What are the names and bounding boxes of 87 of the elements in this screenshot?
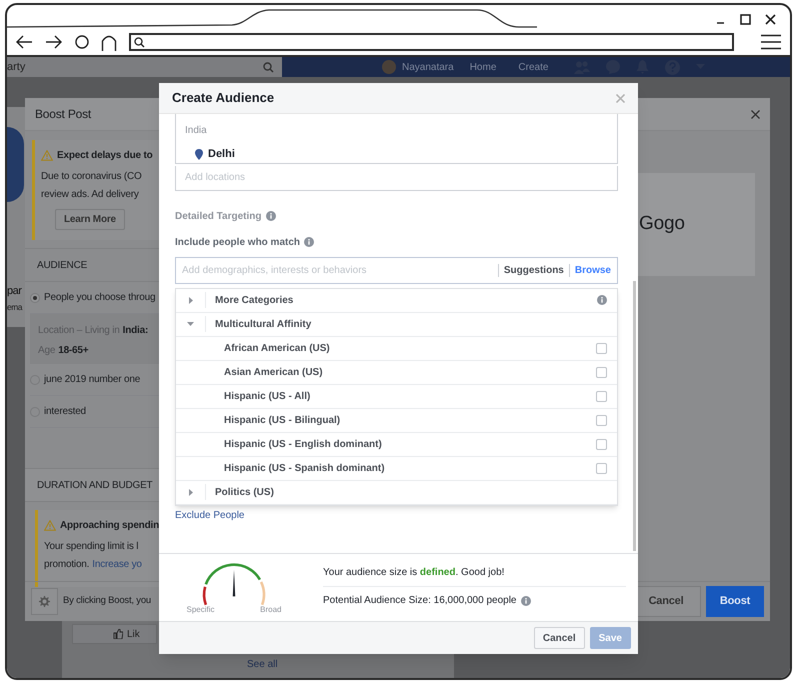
increase-limit-link[interactable]: Increase yo [92, 557, 142, 572]
category-option-label: Hispanic (US - English dominant) [224, 438, 382, 452]
category-row[interactable]: Politics (US) [176, 480, 617, 504]
terms-text: By clicking Boost, you [63, 594, 152, 608]
location-pin-icon [195, 148, 203, 160]
settings-button[interactable] [31, 588, 58, 615]
checkbox[interactable] [596, 342, 607, 354]
browse-link[interactable]: Browse [574, 262, 611, 278]
audience-status-text: Your audience size is defined. Good job! [323, 565, 626, 587]
exclude-people-link[interactable]: Exclude People [175, 508, 244, 522]
page-subtitle-text: erna [7, 301, 22, 314]
see-all-link[interactable]: See all [247, 657, 278, 672]
category-option-label: Hispanic (US - All) [224, 390, 310, 404]
dialog-title: Create Audience [172, 89, 274, 108]
section-heading: DURATION AND BUDGET [37, 478, 152, 492]
search-icon [263, 62, 274, 72]
checkbox[interactable] [596, 438, 607, 450]
category-label: Politics (US) [215, 486, 274, 500]
targeting-search-field[interactable]: Add demographics, interests or behaviors Suggestions Browse [175, 256, 618, 284]
checkbox[interactable] [596, 414, 607, 426]
search-text: arty [7, 60, 26, 75]
checkbox[interactable] [596, 390, 607, 402]
detailed-targeting-label: Detailed Targeting [175, 210, 262, 224]
category-row[interactable]: More Categories [176, 288, 617, 312]
info-icon[interactable] [304, 237, 314, 247]
menu-icon[interactable] [760, 34, 782, 50]
scrollbar[interactable] [633, 281, 636, 551]
back-arrow-icon[interactable] [15, 35, 33, 49]
caret-down-icon [187, 322, 194, 326]
audience-option-label: People you choose throug [44, 291, 156, 305]
close-icon[interactable] [765, 14, 776, 24]
notice-text: review ads. Ad delivery [41, 188, 139, 202]
notice-title: Approaching spendin [60, 519, 159, 533]
boost-button[interactable]: Boost [706, 586, 764, 617]
audience-option-label: interested [44, 405, 86, 419]
category-option-label: Hispanic (US - Spanish dominant) [224, 462, 385, 476]
info-icon[interactable] [520, 596, 530, 606]
category-option-label: Hispanic (US - Bilingual) [224, 414, 340, 428]
dialog-button[interactable]: Cancel [534, 627, 585, 649]
category-label: More Categories [215, 294, 294, 308]
dialog-title: Boost Post [35, 106, 92, 123]
checkbox[interactable] [596, 366, 607, 378]
gear-icon [39, 596, 50, 607]
audience-option-label: june 2019 number one [44, 373, 140, 387]
section-heading: AUDIENCE [37, 258, 88, 272]
category-row[interactable]: Multicultural Affinity [176, 312, 617, 336]
summary-value: India: [122, 324, 148, 338]
nav-link[interactable]: Create [518, 60, 548, 74]
notice-text: Your spending limit is l [44, 540, 140, 554]
profile-link[interactable]: Nayanatara [402, 60, 454, 74]
summary-value: 18-65+ [58, 344, 88, 358]
warning-icon [41, 150, 53, 161]
location-name: Delhi [208, 147, 235, 162]
add-locations-field[interactable]: Add locations [175, 166, 618, 190]
gauge-label: Broad [260, 604, 282, 616]
page-title-text: par [7, 284, 22, 299]
reload-icon[interactable] [75, 35, 89, 49]
home-icon[interactable] [101, 34, 117, 50]
notice-text: Due to coronavirus (CO [41, 170, 142, 184]
learn-more-button[interactable]: Learn More [55, 209, 125, 230]
category-option-label: Asian American (US) [224, 366, 323, 380]
country-label: India [185, 124, 208, 138]
potential-size-text: Potential Audience Size: 16,000,000 people [323, 594, 516, 608]
nav-link[interactable]: Home [470, 60, 496, 74]
maximize-icon[interactable] [740, 14, 751, 24]
gauge-label: Specific [186, 604, 215, 616]
preview-title: Gogo [638, 212, 685, 236]
like-icon [113, 629, 123, 639]
warning-icon [44, 520, 56, 531]
caret-right-icon [188, 296, 192, 304]
info-icon[interactable] [266, 211, 276, 221]
category-label: Multicultural Affinity [215, 318, 312, 332]
info-icon[interactable] [597, 295, 607, 305]
search-icon [134, 36, 145, 48]
checkbox[interactable] [596, 462, 607, 474]
radio-button[interactable] [30, 292, 40, 302]
category-option-label: African American (US) [224, 342, 330, 356]
caret-right-icon [188, 488, 192, 496]
search-field[interactable]: arty [7, 57, 282, 77]
forward-arrow-icon[interactable] [45, 35, 63, 49]
avatar[interactable] [382, 60, 396, 74]
address-bar[interactable] [129, 33, 734, 51]
include-label: Include people who match [175, 236, 300, 250]
notice-title: Expect delays due to [57, 149, 152, 163]
like-label: Lik [127, 628, 140, 642]
notice-text: promotion. [44, 558, 90, 572]
suggestions-link[interactable]: Suggestions [504, 262, 564, 278]
